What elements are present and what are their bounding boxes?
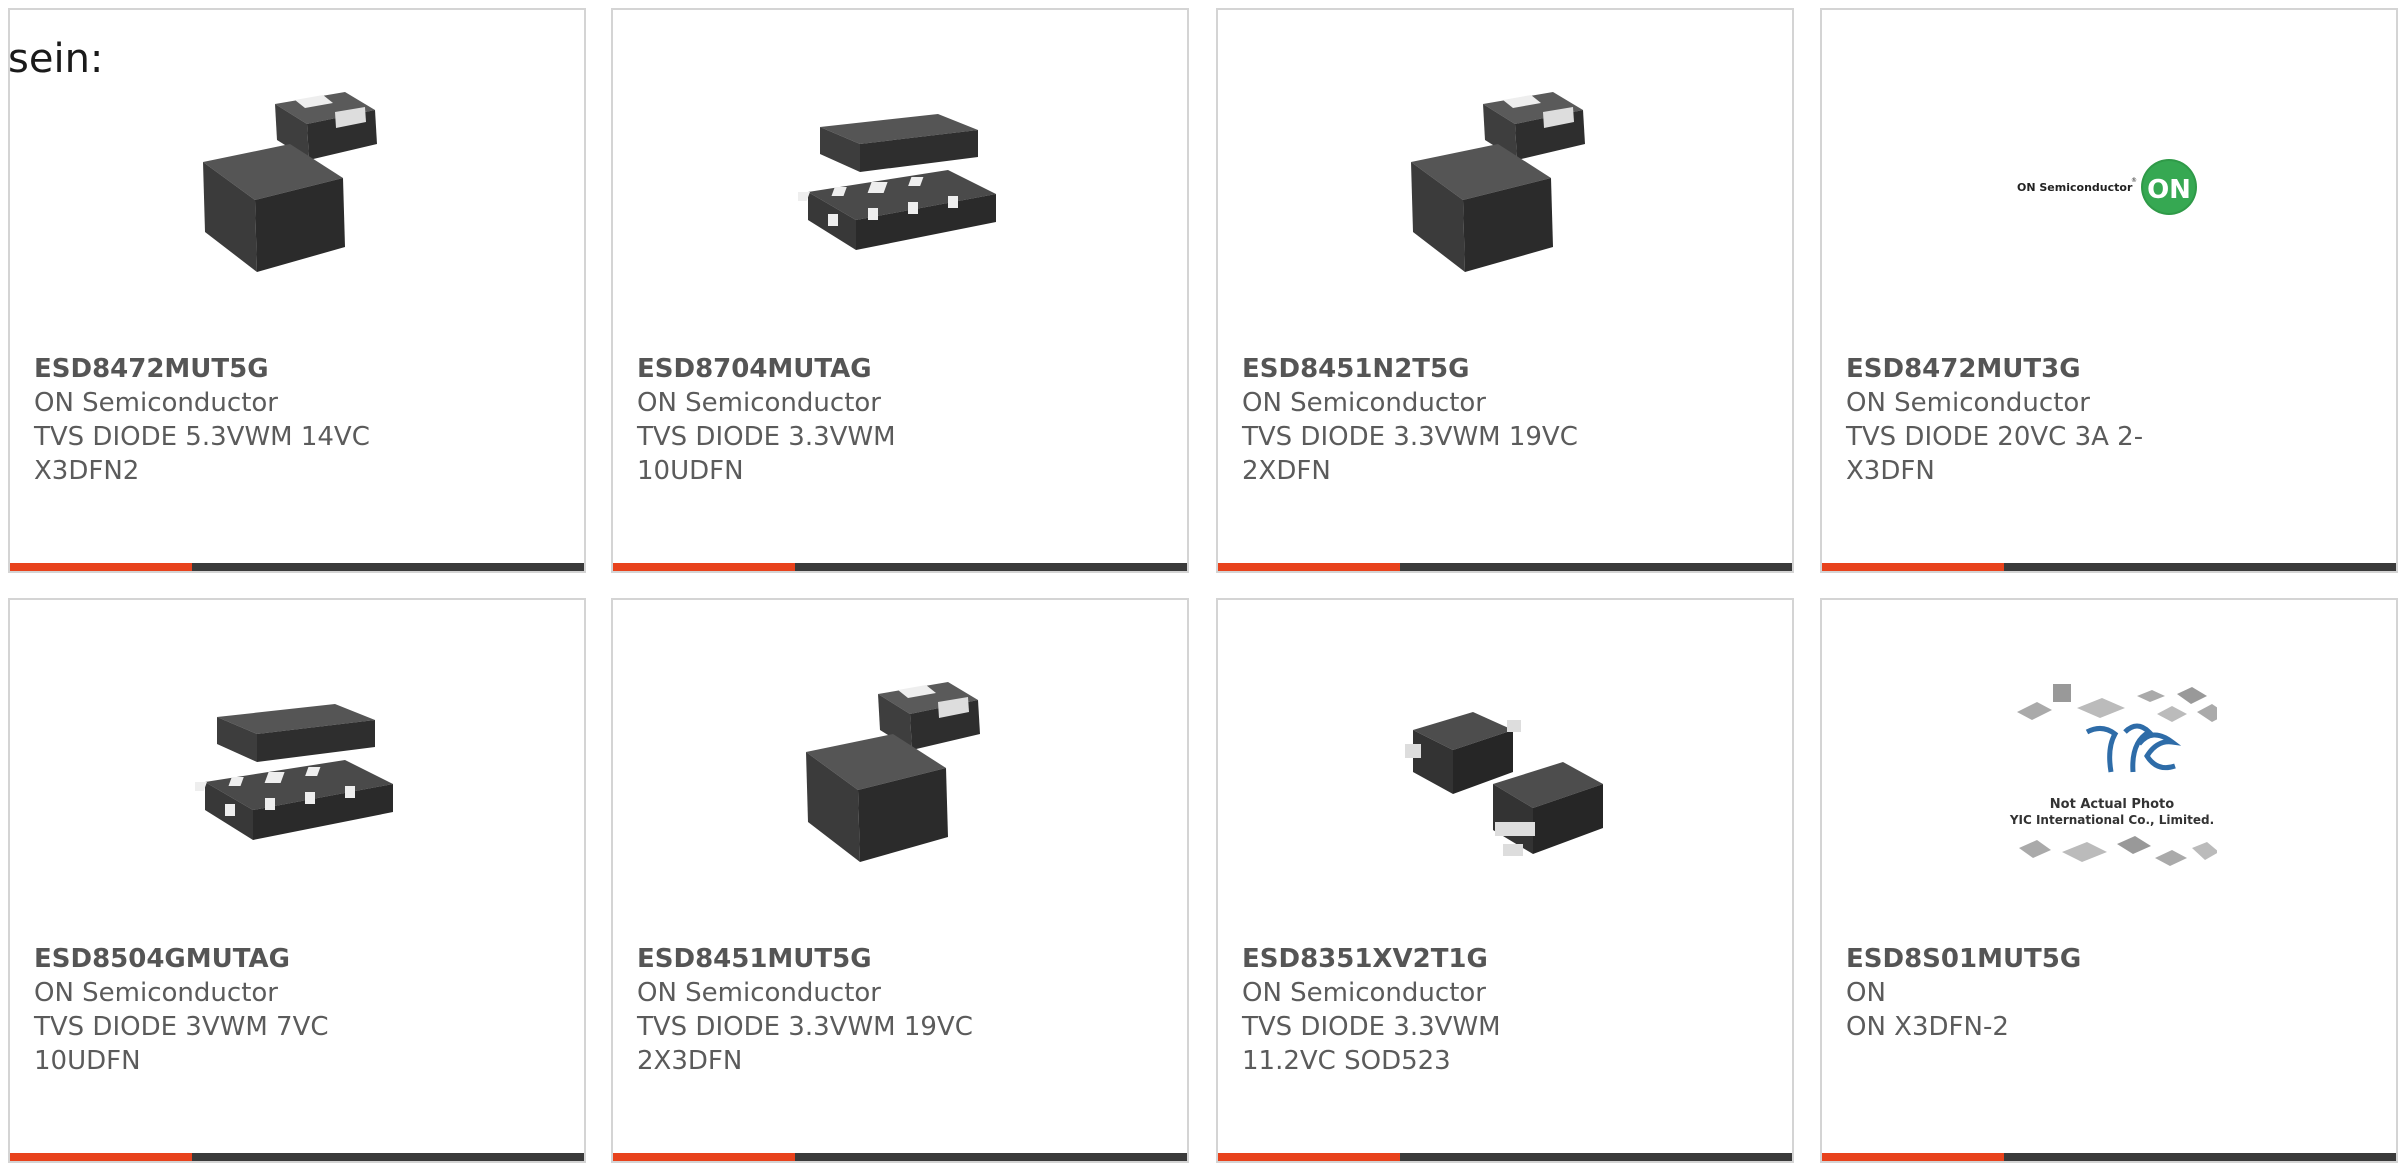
product-info: ESD8704MUTAG ON Semiconductor TVS DIODE 3.…: [637, 352, 1163, 488]
product-grid: ESD8472MUT5G ON Semiconductor TVS DIODE 5.…: [0, 0, 2400, 1163]
card-accent-strip: [1218, 563, 1400, 571]
udfn-package-icon[interactable]: [195, 672, 405, 882]
two-chip-package-icon[interactable]: [1403, 82, 1613, 292]
two-chip-package-icon[interactable]: [798, 672, 1008, 882]
product-info: ESD8504GMUTAG ON Semiconductor TVS DIODE 3…: [34, 942, 560, 1078]
product-card[interactable]: ESD8704MUTAG ON Semiconductor TVS DIODE 3.…: [611, 8, 1189, 573]
card-bottom-bar: [10, 1153, 584, 1161]
manufacturer-label: ON Semiconductor: [637, 388, 881, 418]
product-description: TVS DIODE 3.3VWM 19VC 2X3DFN: [637, 1012, 973, 1076]
card-bottom-bar: [613, 1153, 1187, 1161]
product-info: ESD8351XV2T1G ON Semiconductor TVS DIODE 3…: [1242, 942, 1768, 1078]
product-card[interactable]: Not Actual Photo YIC International Co., …: [1820, 598, 2398, 1163]
product-info: ESD8S01MUT5G ON ON X3DFN-2: [1846, 942, 2372, 1044]
product-description: TVS DIODE 5.3VWM 14VC X3DFN2: [34, 422, 370, 486]
product-card[interactable]: ESD8351XV2T1G ON Semiconductor TVS DIODE 3…: [1216, 598, 1794, 1163]
card-accent-strip: [1822, 563, 2004, 571]
card-bottom-bar: [1822, 563, 2396, 571]
product-info: ESD8472MUT5G ON Semiconductor TVS DIODE 5.…: [34, 352, 560, 488]
card-bottom-bar: [613, 563, 1187, 571]
svg-text:®: ®: [2131, 177, 2137, 184]
part-number-link[interactable]: ESD8351XV2T1G: [1242, 942, 1768, 976]
card-accent-strip: [10, 563, 192, 571]
manufacturer-label: ON Semiconductor: [1242, 388, 1486, 418]
product-description: TVS DIODE 3.3VWM 10UDFN: [637, 422, 896, 486]
product-info: ESD8451N2T5G ON Semiconductor TVS DIODE 3.…: [1242, 352, 1768, 488]
on-semiconductor-logo[interactable]: ON Semiconductor ® ON: [2007, 82, 2217, 292]
product-info: ESD8451MUT5G ON Semiconductor TVS DIODE 3.…: [637, 942, 1163, 1078]
part-number-link[interactable]: ESD8704MUTAG: [637, 352, 1163, 386]
product-description: ON X3DFN-2: [1846, 1012, 2009, 1042]
card-accent-strip: [613, 1153, 795, 1161]
manufacturer-label: ON: [1846, 978, 1886, 1008]
manufacturer-label: ON Semiconductor: [34, 388, 278, 418]
product-card[interactable]: ESD8451MUT5G ON Semiconductor TVS DIODE 3.…: [611, 598, 1189, 1163]
part-number-link[interactable]: ESD8472MUT5G: [34, 352, 560, 386]
card-bottom-bar: [1218, 1153, 1792, 1161]
sod523-package-icon[interactable]: [1403, 672, 1613, 882]
product-card[interactable]: ESD8504GMUTAG ON Semiconductor TVS DIODE 3…: [8, 598, 586, 1163]
svg-text:ON: ON: [2147, 175, 2191, 205]
product-card[interactable]: ESD8472MUT5G ON Semiconductor TVS DIODE 5.…: [8, 8, 586, 573]
part-number-link[interactable]: ESD8451N2T5G: [1242, 352, 1768, 386]
intro-text: sein:: [8, 36, 104, 82]
svg-text:Not Actual Photo: Not Actual Photo: [2050, 797, 2174, 812]
yic-placeholder-image[interactable]: Not Actual Photo YIC International Co., …: [2007, 672, 2217, 882]
manufacturer-label: ON Semiconductor: [1242, 978, 1486, 1008]
card-accent-strip: [613, 563, 795, 571]
product-description: TVS DIODE 3.3VWM 11.2VC SOD523: [1242, 1012, 1501, 1076]
card-accent-strip: [1218, 1153, 1400, 1161]
product-description: TVS DIODE 3VWM 7VC 10UDFN: [34, 1012, 329, 1076]
udfn-package-icon[interactable]: [798, 82, 1008, 292]
manufacturer-label: ON Semiconductor: [34, 978, 278, 1008]
svg-text:ON Semiconductor: ON Semiconductor: [2017, 181, 2133, 194]
card-bottom-bar: [1218, 563, 1792, 571]
two-chip-package-icon[interactable]: [195, 82, 405, 292]
product-card[interactable]: ESD8451N2T5G ON Semiconductor TVS DIODE 3.…: [1216, 8, 1794, 573]
part-number-link[interactable]: ESD8472MUT3G: [1846, 352, 2372, 386]
manufacturer-label: ON Semiconductor: [637, 978, 881, 1008]
part-number-link[interactable]: ESD8451MUT5G: [637, 942, 1163, 976]
product-description: TVS DIODE 3.3VWM 19VC 2XDFN: [1242, 422, 1578, 486]
product-card[interactable]: ON Semiconductor ® ON ESD8472MUT3G ON Sem…: [1820, 8, 2398, 573]
manufacturer-label: ON Semiconductor: [1846, 388, 2090, 418]
card-accent-strip: [1822, 1153, 2004, 1161]
card-bottom-bar: [1822, 1153, 2396, 1161]
product-description: TVS DIODE 20VC 3A 2-X3DFN: [1846, 422, 2144, 486]
card-bottom-bar: [10, 563, 584, 571]
svg-text:YIC International Co., Limited: YIC International Co., Limited.: [2009, 813, 2214, 827]
card-accent-strip: [10, 1153, 192, 1161]
product-info: ESD8472MUT3G ON Semiconductor TVS DIODE 20…: [1846, 352, 2372, 488]
part-number-link[interactable]: ESD8S01MUT5G: [1846, 942, 2372, 976]
part-number-link[interactable]: ESD8504GMUTAG: [34, 942, 560, 976]
